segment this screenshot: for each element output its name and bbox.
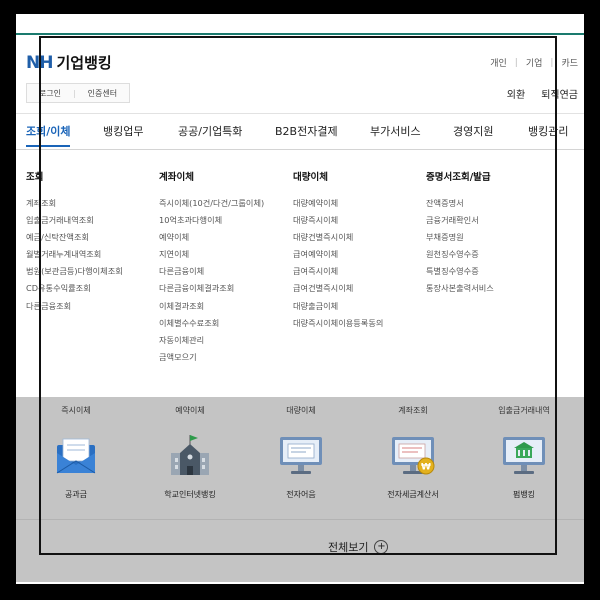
menu-item[interactable]: 잔액증명서 <box>426 195 494 212</box>
separator: | <box>514 57 518 68</box>
active-tab-indicator <box>26 145 70 147</box>
menu-item[interactable]: 통장사본출력서비스 <box>426 280 494 297</box>
menu-item[interactable]: 대량즉시이체 <box>293 212 383 229</box>
quick-label: 공과금 <box>64 490 88 499</box>
menu-item[interactable]: 대량건별즉시이체 <box>293 229 383 246</box>
util-link-card[interactable]: 카드 <box>561 56 578 69</box>
menu-item[interactable]: 대량즉시이체이용등록동의 <box>293 315 383 332</box>
menu-item[interactable]: 금액모으기 <box>159 349 264 366</box>
quick-head[interactable]: 대량이체 <box>244 405 358 416</box>
menu-item[interactable]: 급여예약이체 <box>293 246 383 263</box>
util-link-personal[interactable]: 개인 <box>490 56 507 69</box>
plus-icon: + <box>374 540 389 554</box>
menu-item[interactable]: 특별징수영수증 <box>426 263 494 280</box>
quick-head[interactable]: 즉시이체 <box>19 405 133 416</box>
quick-menu-divider <box>16 519 584 520</box>
quick-head[interactable]: 계좌조회 <box>356 405 470 416</box>
view-all-button[interactable]: 전체보기 + <box>328 539 389 555</box>
monitor-won-icon: ₩ <box>392 437 435 475</box>
tab-public-corporate[interactable]: 공공/기업특화 <box>178 123 242 139</box>
separator: | <box>550 57 554 68</box>
menu-item[interactable]: CD유통수익률조회 <box>26 280 123 297</box>
separator: | <box>72 88 76 98</box>
menu-column-transfer: 계좌이체 즉시이체(10건/다건/그룹이체) 10억초과다행이체 예약이체 지연… <box>159 169 264 366</box>
menu-column-bulk-transfer: 대량이체 대량예약이체 대량즉시이체 대량건별즉시이체 급여예약이체 급여즉시이… <box>293 169 383 332</box>
svg-text:₩: ₩ <box>421 463 431 473</box>
menu-column-title: 대량이체 <box>293 172 328 183</box>
menu-item[interactable]: 이체결과조회 <box>159 298 264 315</box>
envelope-icon <box>56 438 96 474</box>
menu-item[interactable]: 다른금융조회 <box>26 298 123 315</box>
menu-item[interactable]: 10억초과다행이체 <box>159 212 264 229</box>
header-right-links: 외환 퇴직연금 <box>507 86 578 101</box>
monitor-document-icon <box>280 437 322 474</box>
top-accent-line <box>16 33 584 35</box>
menu-item[interactable]: 월별거래누계내역조회 <box>26 246 123 263</box>
menu-column-certificates: 증명서조회/발급 잔액증명서 금융거래확인서 부채증명원 원천징수영수증 특별징… <box>426 169 494 298</box>
monitor-bank-icon <box>503 437 545 474</box>
logo[interactable]: NH 기업뱅킹 <box>26 52 112 73</box>
login-box: 로그인 | 인증센터 <box>26 83 130 103</box>
menu-item[interactable]: 이체별수수료조회 <box>159 315 264 332</box>
menu-column-inquiry: 조회 계좌조회 입출금거래내역조회 예금/신탁잔액조회 월별거래누계내역조회 법… <box>26 169 123 315</box>
menu-item[interactable]: 금융거래확인서 <box>426 212 494 229</box>
quick-label: 학교인터넷뱅킹 <box>164 490 216 499</box>
menu-item[interactable]: 예약이체 <box>159 229 264 246</box>
quick-label: 펌뱅킹 <box>512 490 536 499</box>
tab-b2b-payment[interactable]: B2B전자결제 <box>275 123 338 139</box>
menu-item[interactable]: 법원(보관금등)다행이체조회 <box>26 263 123 280</box>
menu-item[interactable]: 대량출금이체 <box>293 298 383 315</box>
menu-item[interactable]: 급여건별즉시이체 <box>293 280 383 297</box>
menu-column-title: 계좌이체 <box>159 172 194 183</box>
quick-label: 전자어음 <box>286 490 316 499</box>
page-frame: NH 기업뱅킹 개인 | 기업 | 카드 로그인 | 인증센터 외환 퇴직연금 … <box>16 14 584 584</box>
menu-item[interactable]: 계좌조회 <box>26 195 123 212</box>
menu-item[interactable]: 부채증명원 <box>426 229 494 246</box>
menu-column-title: 조회 <box>26 172 44 183</box>
quick-head[interactable]: 예약이체 <box>133 405 247 416</box>
menu-column-title: 증명서조회/발급 <box>426 172 491 183</box>
logo-text: 기업뱅킹 <box>56 54 112 72</box>
menu-item[interactable]: 다른금융이체결과조회 <box>159 280 264 297</box>
menu-item[interactable]: 다른금융이체 <box>159 263 264 280</box>
util-link-corporate[interactable]: 기업 <box>526 56 543 69</box>
menu-item[interactable]: 입출금거래내역조회 <box>26 212 123 229</box>
nav-divider <box>16 149 584 150</box>
quick-label: 전자세금계산서 <box>387 490 439 499</box>
utility-nav: 개인 | 기업 | 카드 <box>490 56 578 70</box>
tab-management-support[interactable]: 경영지원 <box>453 123 493 139</box>
tab-additional-services[interactable]: 부가서비스 <box>370 123 421 139</box>
main-nav: 조회/이체 뱅킹업무 공공/기업특화 B2B전자결제 부가서비스 경영지원 뱅킹… <box>16 113 584 149</box>
menu-item[interactable]: 급여즉시이체 <box>293 263 383 280</box>
menu-item[interactable]: 자동이체관리 <box>159 332 264 349</box>
menu-item[interactable]: 즉시이체(10건/다건/그룹이체) <box>159 195 264 212</box>
view-all-label: 전체보기 <box>328 541 369 554</box>
foreign-exchange-link[interactable]: 외환 <box>507 86 525 101</box>
quick-menu-panel: 즉시이체 공과금 예약이체 학교인터넷뱅킹 대량이체 전자어음 계좌조회 ₩ 전… <box>16 397 584 582</box>
quick-head[interactable]: 입출금거래내역 <box>467 405 581 416</box>
school-icon <box>171 435 209 475</box>
tab-banking-work[interactable]: 뱅킹업무 <box>103 123 143 139</box>
logo-mark: NH <box>26 52 53 73</box>
login-link[interactable]: 로그인 <box>39 88 61 99</box>
menu-item[interactable]: 대량예약이체 <box>293 195 383 212</box>
tab-inquiry-transfer[interactable]: 조회/이체 <box>26 123 71 139</box>
menu-item[interactable]: 원천징수영수증 <box>426 246 494 263</box>
menu-item[interactable]: 지연이체 <box>159 246 264 263</box>
menu-item[interactable]: 예금/신탁잔액조회 <box>26 229 123 246</box>
retirement-pension-link[interactable]: 퇴직연금 <box>541 86 578 101</box>
cert-center-link[interactable]: 인증센터 <box>88 88 117 99</box>
tab-banking-management[interactable]: 뱅킹관리 <box>528 123 568 139</box>
